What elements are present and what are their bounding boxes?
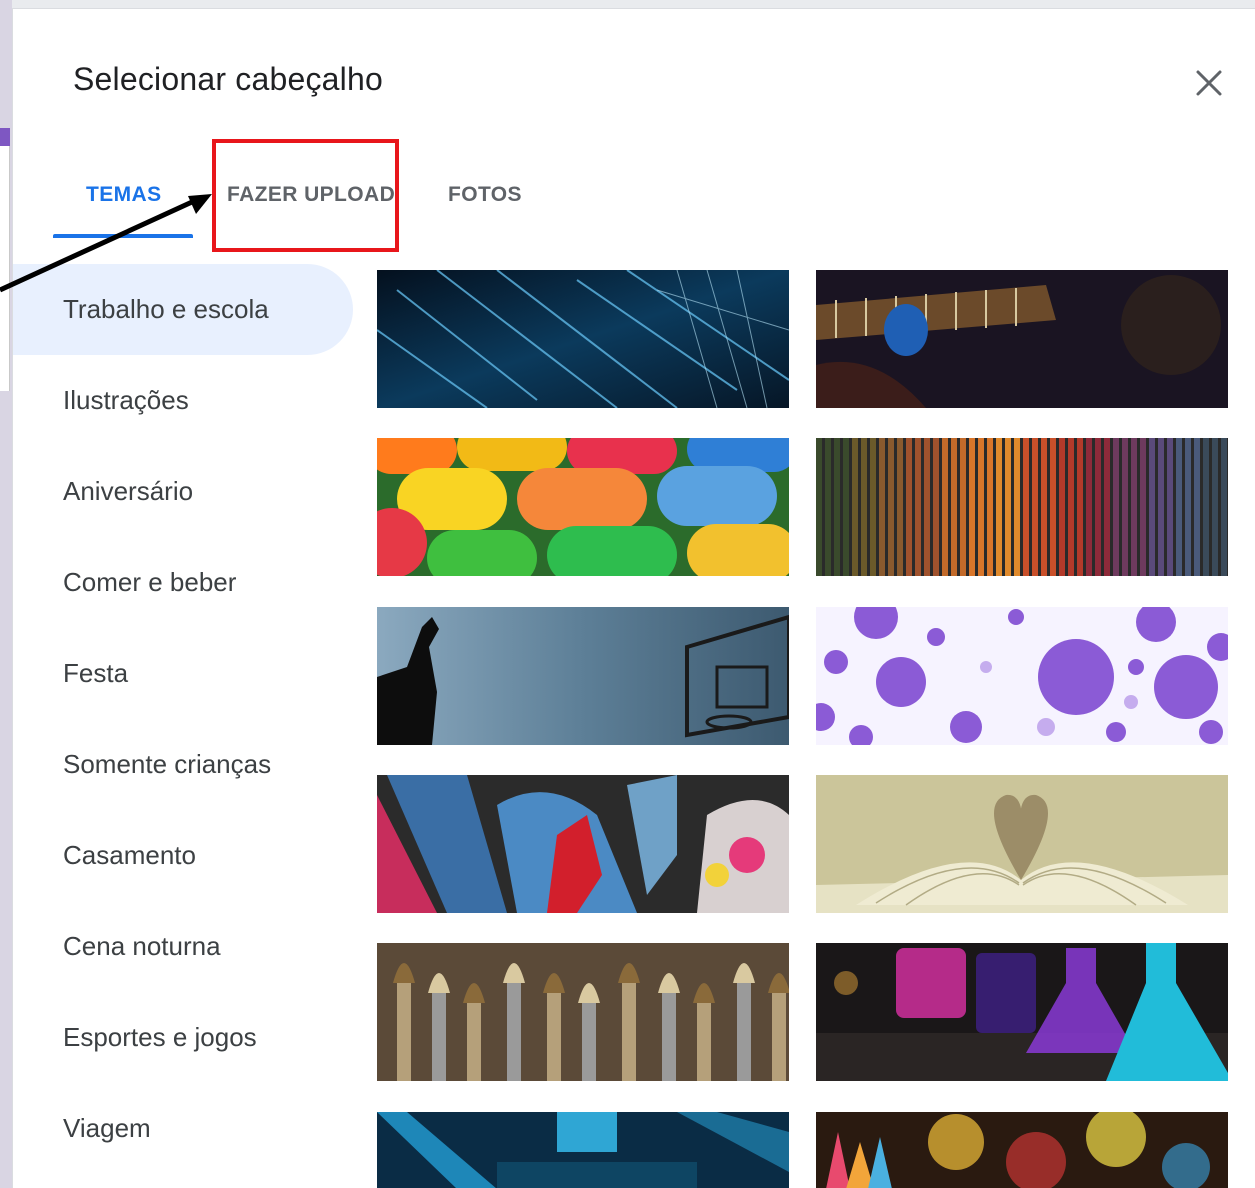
- category-list: Trabalho e escola Ilustrações Aniversári…: [13, 264, 353, 1174]
- category-comer-e-beber[interactable]: Comer e beber: [13, 537, 353, 628]
- background-accent: [0, 128, 10, 146]
- dialog-title: Selecionar cabeçalho: [73, 61, 383, 97]
- category-label: Esportes e jogos: [63, 1022, 257, 1052]
- close-icon: [1196, 70, 1222, 96]
- theme-thumbnail-colored-pencils[interactable]: [816, 1112, 1228, 1188]
- header-picker-dialog: Selecionar cabeçalho TEMAS FAZER UPLOAD …: [12, 8, 1255, 1188]
- theme-thumbnail-guitar[interactable]: [816, 270, 1228, 408]
- category-label: Festa: [63, 658, 129, 688]
- category-label: Trabalho e escola: [63, 294, 269, 324]
- category-label: Casamento: [63, 840, 196, 870]
- category-trabalho-e-escola[interactable]: Trabalho e escola: [13, 264, 353, 355]
- theme-thumbnail-network-lights[interactable]: [377, 270, 789, 408]
- category-ilustracoes[interactable]: Ilustrações: [13, 355, 353, 446]
- theme-thumbnail-book-heart[interactable]: [816, 775, 1228, 913]
- category-label: Somente crianças: [63, 749, 272, 779]
- category-casamento[interactable]: Casamento: [13, 810, 353, 901]
- theme-thumbnail-lab-flasks[interactable]: [816, 943, 1228, 1081]
- category-somente-criancas[interactable]: Somente crianças: [13, 719, 353, 810]
- category-aniversario[interactable]: Aniversário: [13, 446, 353, 537]
- close-button[interactable]: [1187, 61, 1231, 105]
- theme-thumbnail-painted-hands[interactable]: [377, 775, 789, 913]
- category-festa[interactable]: Festa: [13, 628, 353, 719]
- category-label: Aniversário: [63, 476, 194, 506]
- tab-fazer-upload[interactable]: FAZER UPLOAD: [227, 183, 395, 207]
- theme-thumbnail-yarn[interactable]: [816, 438, 1228, 576]
- category-cena-noturna[interactable]: Cena noturna: [13, 901, 353, 992]
- background-card: [0, 146, 10, 391]
- category-label: Ilustrações: [63, 385, 189, 415]
- tab-temas[interactable]: TEMAS: [86, 183, 162, 207]
- theme-thumbnail-paint-brushes[interactable]: [377, 943, 789, 1081]
- category-esportes-e-jogos[interactable]: Esportes e jogos: [13, 992, 353, 1083]
- tab-fotos[interactable]: FOTOS: [448, 183, 522, 207]
- theme-thumbnail-basketball[interactable]: [377, 607, 789, 745]
- tab-selected-indicator: [53, 234, 193, 238]
- theme-thumbnail-jelly-beans[interactable]: [377, 438, 789, 576]
- theme-thumbnail-microscope[interactable]: [377, 1112, 789, 1188]
- category-label: Viagem: [63, 1113, 151, 1143]
- category-label: Cena noturna: [63, 931, 221, 961]
- category-viagem[interactable]: Viagem: [13, 1083, 353, 1174]
- theme-thumbnail-purple-spheres[interactable]: [816, 607, 1228, 745]
- category-label: Comer e beber: [63, 567, 237, 597]
